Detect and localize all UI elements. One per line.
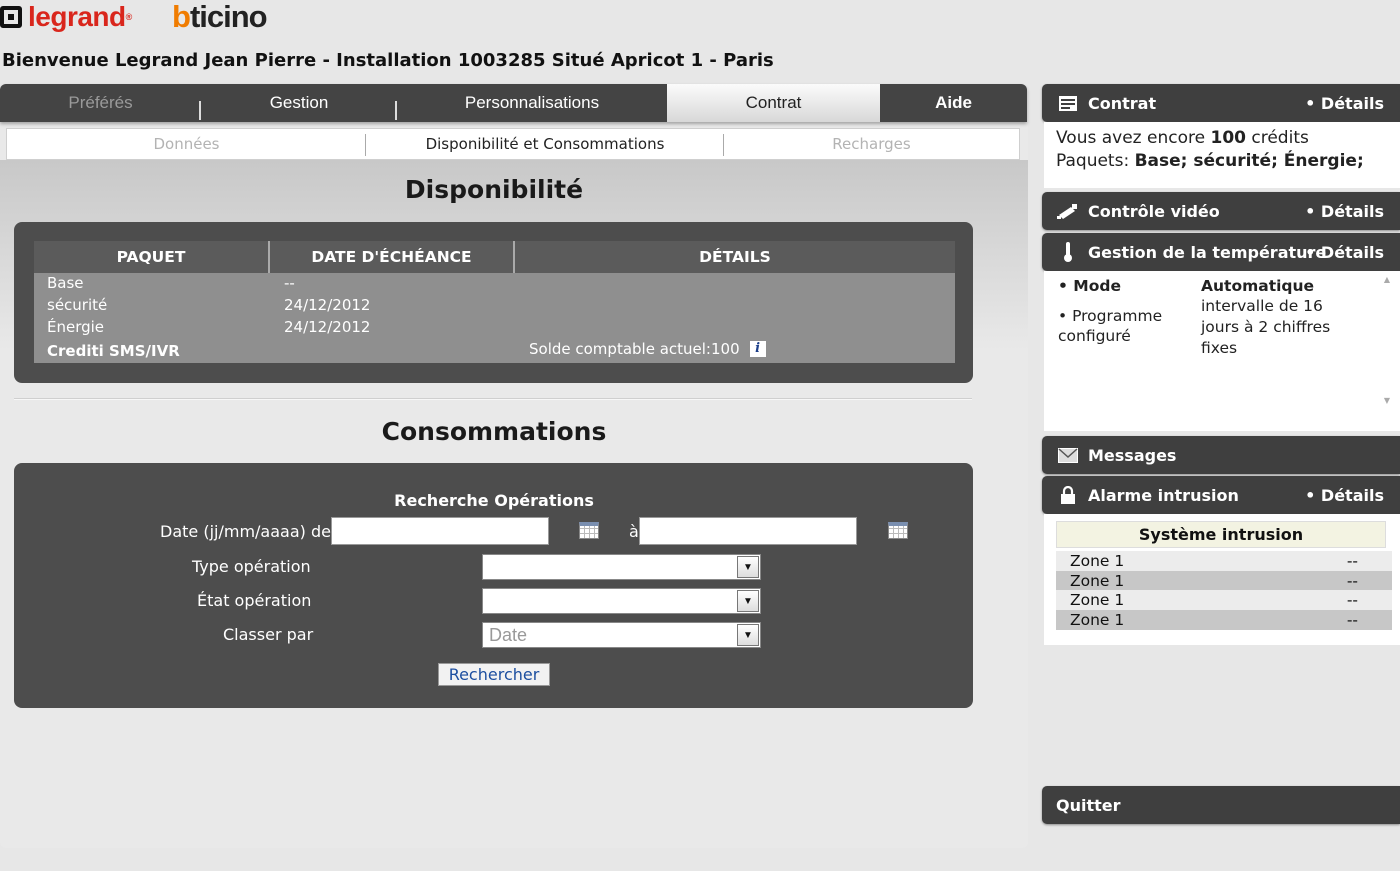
- consommations-title: Consommations: [381, 417, 607, 446]
- video-panel-title: Contrôle vidéo: [1088, 201, 1220, 221]
- bticino-logo-text: ticino: [189, 0, 268, 34]
- legrand-logo-icon: [0, 6, 22, 28]
- alarm-panel-header: Alarme intrusion • Détails: [1042, 476, 1400, 514]
- table-header: PAQUET DATE D'ÉCHÉANCE DÉTAILS: [34, 241, 955, 273]
- legrand-logo: legrand ®: [0, 0, 132, 34]
- credit-label: Crediti SMS/IVR: [47, 342, 180, 360]
- tab-personnalisations[interactable]: Personnalisations: [397, 84, 667, 122]
- scroll-down-icon[interactable]: ▼: [1380, 396, 1394, 405]
- scrollbar[interactable]: ▲ ▼: [1380, 275, 1394, 409]
- tab-preferes[interactable]: Préférés: [0, 84, 201, 122]
- search-button[interactable]: Rechercher: [438, 663, 550, 686]
- video-details-link[interactable]: • Détails: [1305, 202, 1384, 221]
- messages-panel-title: Messages: [1088, 445, 1177, 465]
- zone-row: Zone 1 --: [1056, 551, 1392, 571]
- temperature-panel-header: Gestion de la température • Détails: [1042, 233, 1400, 271]
- type-operation-label: Type opération: [192, 557, 311, 576]
- main-tabbar: Préférés Gestion Personnalisations Contr…: [0, 84, 1027, 122]
- credits-line: Vous avez encore 100 crédits: [1056, 128, 1309, 148]
- disponibilite-title: Disponibilité: [404, 175, 584, 204]
- programme-value-3: fixes: [1201, 339, 1238, 357]
- tab-gestion[interactable]: Gestion: [201, 84, 397, 122]
- video-camera-icon: [1056, 202, 1080, 220]
- temperature-details-link[interactable]: • Détails: [1305, 243, 1384, 262]
- system-intrusion-title: Système intrusion: [1056, 521, 1386, 548]
- column-header-paquet: PAQUET: [34, 241, 270, 273]
- disponibilite-table: PAQUET DATE D'ÉCHÉANCE DÉTAILS Base -- s…: [34, 241, 955, 363]
- info-icon[interactable]: i: [749, 341, 766, 357]
- subtab-recharges[interactable]: Recharges: [724, 129, 1019, 159]
- sort-value: Date: [489, 624, 528, 645]
- credit-detail: Solde comptable actuel:100 i: [529, 340, 766, 358]
- contrat-panel-title: Contrat: [1088, 93, 1157, 113]
- credit-balance: Solde comptable actuel:100: [529, 340, 740, 358]
- envelope-icon: [1056, 446, 1080, 464]
- video-panel-header: Contrôle vidéo • Détails: [1042, 192, 1400, 230]
- date-from-input[interactable]: [331, 517, 549, 545]
- date-to-label: à: [629, 522, 639, 541]
- chevron-down-icon[interactable]: ▼: [737, 590, 759, 612]
- subtab-donnees[interactable]: Données: [7, 129, 366, 159]
- column-header-date: DATE D'ÉCHÉANCE: [270, 241, 515, 273]
- section-divider: [14, 398, 972, 400]
- row-paquet: Base: [47, 274, 84, 292]
- zone-row: Zone 1 --: [1056, 590, 1392, 610]
- row-paquet: sécurité: [47, 296, 108, 314]
- contrat-panel-body: Vous avez encore 100 crédits Paquets: Ba…: [1044, 122, 1400, 188]
- quit-label: Quitter: [1056, 795, 1121, 815]
- programme-value-2: jours à 2 chiffres: [1201, 318, 1331, 336]
- sort-select[interactable]: Date ▼: [482, 622, 761, 648]
- contrat-panel-header: Contrat • Détails: [1042, 84, 1400, 122]
- date-to-input[interactable]: [639, 517, 857, 545]
- tab-aide[interactable]: Aide: [880, 84, 1027, 122]
- column-header-details: DÉTAILS: [699, 248, 771, 266]
- temperature-panel-title: Gestion de la température: [1088, 242, 1327, 262]
- calendar-icon[interactable]: [579, 522, 599, 539]
- quit-button[interactable]: Quitter: [1042, 786, 1400, 824]
- sub-tabbar: Données Disponibilité et Consommations R…: [6, 128, 1020, 160]
- alarm-details-link[interactable]: • Détails: [1305, 486, 1384, 505]
- bticino-logo: b ticino: [172, 0, 268, 34]
- lock-icon: [1056, 486, 1080, 504]
- legrand-logo-text: legrand: [28, 1, 126, 32]
- programme-value-1: intervalle de 16: [1201, 297, 1323, 315]
- temperature-panel-body: • Mode Automatique • Programme configuré…: [1044, 271, 1400, 431]
- contract-icon: [1056, 94, 1080, 112]
- etat-operation-label: État opération: [197, 591, 312, 610]
- alarm-panel-title: Alarme intrusion: [1088, 485, 1239, 505]
- chevron-down-icon[interactable]: ▼: [737, 624, 759, 646]
- thermometer-icon: [1056, 242, 1080, 262]
- zone-row: Zone 1 --: [1056, 610, 1392, 630]
- type-operation-select[interactable]: ▼: [482, 554, 761, 580]
- row-date: --: [284, 274, 295, 292]
- contrat-details-link[interactable]: • Détails: [1305, 94, 1384, 113]
- messages-panel-header[interactable]: Messages: [1042, 436, 1400, 474]
- mode-label: • Mode: [1058, 277, 1121, 295]
- zone-row: Zone 1 --: [1056, 571, 1392, 591]
- programme-label: • Programme: [1058, 307, 1163, 325]
- row-date: 24/12/2012: [284, 318, 371, 336]
- scroll-up-icon[interactable]: ▲: [1380, 275, 1394, 284]
- row-paquet: Énergie: [47, 318, 105, 336]
- sort-label: Classer par: [223, 625, 314, 644]
- calendar-icon[interactable]: [888, 522, 908, 539]
- mode-value: Automatique: [1201, 277, 1315, 295]
- welcome-text: Bienvenue Legrand Jean Pierre - Installa…: [2, 50, 774, 71]
- etat-operation-select[interactable]: ▼: [482, 588, 761, 614]
- row-date: 24/12/2012: [284, 296, 371, 314]
- tab-contrat[interactable]: Contrat: [667, 84, 880, 122]
- chevron-down-icon[interactable]: ▼: [737, 556, 759, 578]
- programme-label-2: configuré: [1058, 327, 1131, 345]
- subtab-disponibilite-consommations[interactable]: Disponibilité et Consommations: [366, 129, 724, 159]
- packages-line: Paquets: Base; sécurité; Énergie;: [1056, 151, 1364, 171]
- date-label: Date (jj/mm/aaaa) de: [160, 522, 331, 541]
- search-title: Recherche Opérations: [394, 491, 594, 510]
